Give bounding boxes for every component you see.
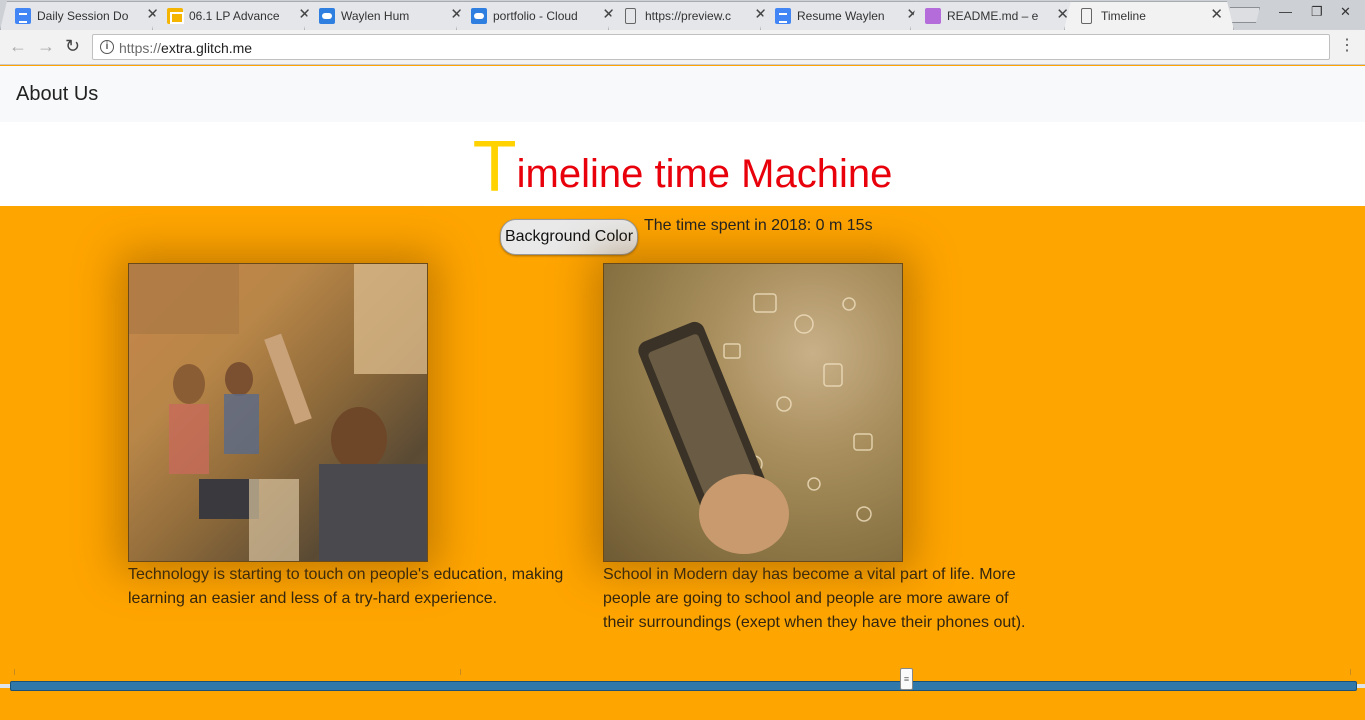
title-rest: imeline time Machine [516,152,893,196]
browser-tab[interactable]: portfolio - Cloud ✕ [456,1,626,30]
info-icon[interactable]: i [100,40,114,54]
browser-tab[interactable]: 06.1 LP Advance ✕ [152,1,322,30]
cloud-icon [319,8,335,24]
forward-icon[interactable]: → [37,37,55,55]
tab-title: portfolio - Cloud [493,9,578,23]
tab-title: https://preview.c [645,9,732,23]
page-icon [625,8,636,24]
site-navbar: About Us [0,66,1365,122]
hero-header: Timeline time Machine [0,122,1365,208]
timeline-slider-track[interactable] [10,681,1357,691]
card-caption: School in Modern day has become a vital … [603,566,1026,631]
card-caption: Technology is starting to touch on peopl… [128,566,564,607]
address-bar[interactable]: i https://extra.glitch.me [92,34,1330,60]
tab-title: Timeline [1101,9,1146,23]
page-icon [1081,8,1092,24]
tab-title: README.md – e [947,9,1039,23]
minimize-icon[interactable]: — [1279,4,1292,19]
browser-tab[interactable]: README.md – e ✕ [910,1,1080,30]
tab-title: Waylen Hum [341,9,410,23]
back-icon[interactable]: ← [9,37,27,55]
timeline-tick [1350,669,1351,675]
browser-tab[interactable]: Daily Session Do ✕ [0,1,170,30]
time-spent-text: The time spent in 2018: 0 m 15s [644,217,873,234]
browser-tab[interactable]: Resume Waylen ✕ [760,1,930,30]
browser-toolbar: ← → ↻ i https://extra.glitch.me ⋮ [0,30,1365,65]
timeline-tick [460,669,461,675]
smartphone-illustration [638,293,873,554]
glitch-icon [925,8,941,24]
cloud-icon [471,8,487,24]
timeline-card: Technology is starting to touch on peopl… [128,263,568,611]
timeline-tick [14,669,15,675]
browser-tab[interactable]: https://preview.c ✕ [608,1,778,30]
smartphone-photo [603,263,903,562]
timeline-slider-handle[interactable]: ≡ [900,668,913,690]
browser-tab[interactable]: Waylen Hum ✕ [304,1,474,30]
classroom-photo [128,263,428,562]
close-window-icon[interactable]: ✕ [1340,4,1351,20]
title-first-letter: T [472,127,517,207]
menu-icon[interactable]: ⋮ [1339,38,1355,54]
page-content: About Us Timeline time Machine Backgroun… [0,66,1365,720]
page-title: Timeline time Machine [0,126,1365,208]
classroom-illustration [129,264,427,561]
reload-icon[interactable]: ↻ [65,37,80,55]
timeline-card: School in Modern day has become a vital … [603,263,1043,635]
browser-tab-active[interactable]: Timeline ✕ [1064,1,1234,30]
tab-strip: Daily Session Do ✕ 06.1 LP Advance ✕ Way… [0,0,1365,30]
tab-title: Resume Waylen [797,9,885,23]
restore-icon[interactable]: ❐ [1311,4,1323,20]
doc-icon [775,8,791,24]
url-text: https://extra.glitch.me [119,40,253,56]
nav-link-about-us[interactable]: About Us [16,83,98,106]
close-icon[interactable]: ✕ [1210,7,1223,23]
tab-title: Daily Session Do [37,9,129,23]
background-color-button[interactable]: Background Color [500,219,638,255]
slides-icon [167,8,183,24]
tab-title: 06.1 LP Advance [189,9,280,23]
doc-icon [15,8,31,24]
